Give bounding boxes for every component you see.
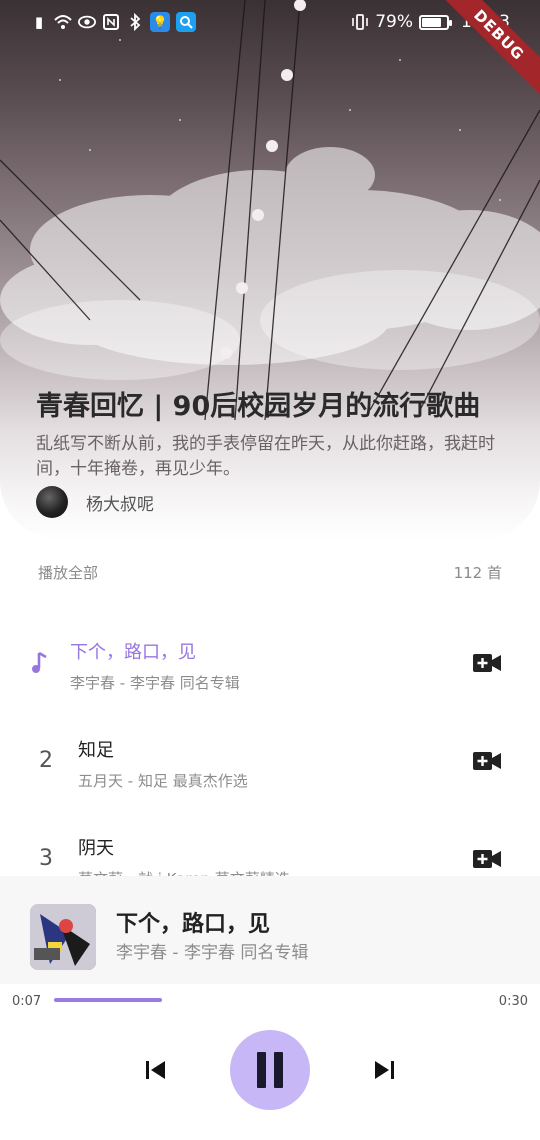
eye-icon [78,13,96,31]
author-name[interactable]: 杨大叔呢 [86,490,154,515]
song-title: 知足 [78,740,114,761]
battery-icon [419,14,452,30]
song-title: 下个，路口，见 [70,642,196,663]
pause-icon [257,1052,283,1088]
total-time: 0:30 [498,994,528,1009]
song-row-1[interactable]: 下个，路口，见 李宇春 - 李宇春 同名专辑 [0,620,540,718]
song-index: 2 [39,748,53,773]
now-playing-bar: 下个，路口，见 李宇春 - 李宇春 同名专辑 0:07 0:30 [0,876,540,1140]
battery-percent: 79% [375,12,413,32]
song-count: 112 首 [453,564,502,582]
wifi-icon [54,13,72,31]
bluetooth-icon [126,13,144,31]
music-note-icon [32,651,47,673]
progress-slider[interactable] [54,998,484,1002]
list-header: 播放全部 112 首 [38,562,502,583]
song-subtitle: 五月天 - 知足 最真杰作选 [78,772,248,790]
vibrate-icon [351,13,369,31]
status-bar-left: ▮ 💡 [30,12,196,32]
previous-button[interactable] [138,1052,174,1088]
video-camera-icon[interactable] [472,848,502,870]
pause-button[interactable] [230,1030,310,1110]
playlist-header: ▮ 💡 79% 14:23 D [0,0,540,540]
search-app-icon [176,12,196,32]
now-playing-title: 下个，路口，见 [116,912,271,937]
progress-played [54,998,162,1002]
next-button[interactable] [366,1052,402,1088]
now-playing-subtitle: 李宇春 - 李宇春 同名专辑 [116,943,309,963]
current-time: 0:07 [12,994,42,1009]
nfc-icon [102,13,120,31]
skip-next-icon [375,1061,394,1079]
playlist-title: 青春回忆 | 90后校园岁月的流行歌曲 [36,391,481,422]
bulb-app-icon: 💡 [150,12,170,32]
progress-row: 0:07 0:30 [0,984,540,1014]
play-all-button[interactable]: 播放全部 [38,562,98,583]
avatar[interactable] [36,486,68,518]
song-index: 3 [39,846,53,871]
author-row[interactable]: 杨大叔呢 [36,486,154,518]
song-subtitle: 李宇春 - 李宇春 同名专辑 [70,674,240,692]
now-playing-info[interactable]: 下个，路口，见 李宇春 - 李宇春 同名专辑 [0,876,540,984]
sim-alert-icon: ▮ [34,12,44,31]
song-row-2[interactable]: 2 知足 五月天 - 知足 最真杰作选 [0,718,540,816]
album-cover[interactable] [30,904,96,970]
skip-previous-icon [146,1061,165,1079]
battery-level [422,17,441,27]
playlist-description[interactable]: 乱纸写不断从前，我的手表停留在昨天，从此你赶路，我赶时间，十年掩卷，再见少年。 [36,432,506,482]
video-camera-icon[interactable] [472,750,502,772]
song-title: 阴天 [78,838,114,859]
video-camera-icon[interactable] [472,652,502,674]
